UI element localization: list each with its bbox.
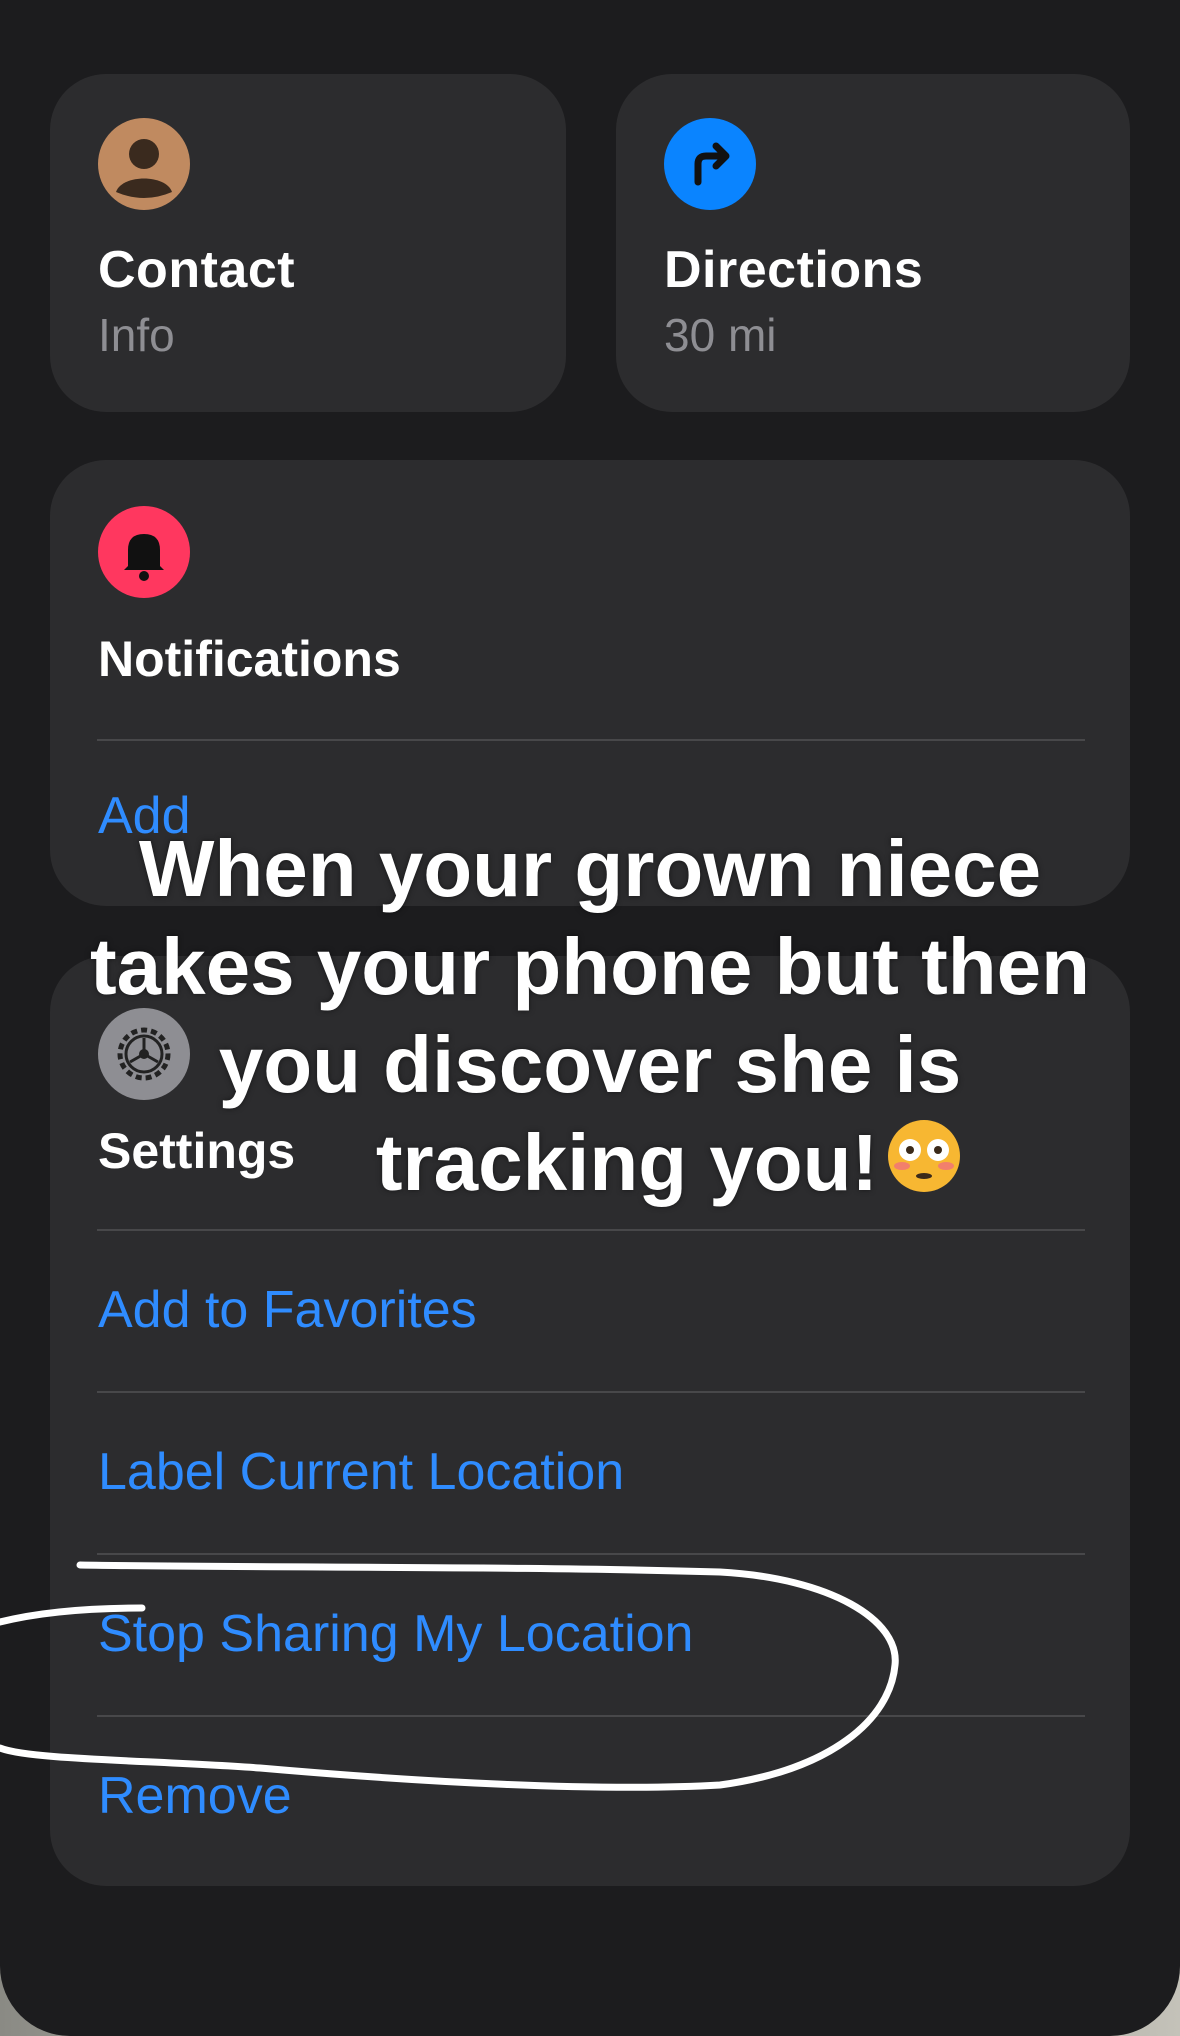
caption-line: tracking you!	[40, 1114, 1140, 1218]
flushed-face-emoji	[884, 1116, 964, 1218]
screen: Contact Info Directions 30 mi Notificati…	[0, 0, 1180, 2036]
caption-line: takes your phone but then	[89, 922, 1091, 1011]
caption-line: you discover she is	[218, 1020, 962, 1109]
caption-line: When your grown niece	[138, 824, 1042, 913]
caption-overlay: When your grown niece takes your phone b…	[40, 820, 1140, 1218]
caption-last-text: tracking you!	[375, 1118, 879, 1207]
